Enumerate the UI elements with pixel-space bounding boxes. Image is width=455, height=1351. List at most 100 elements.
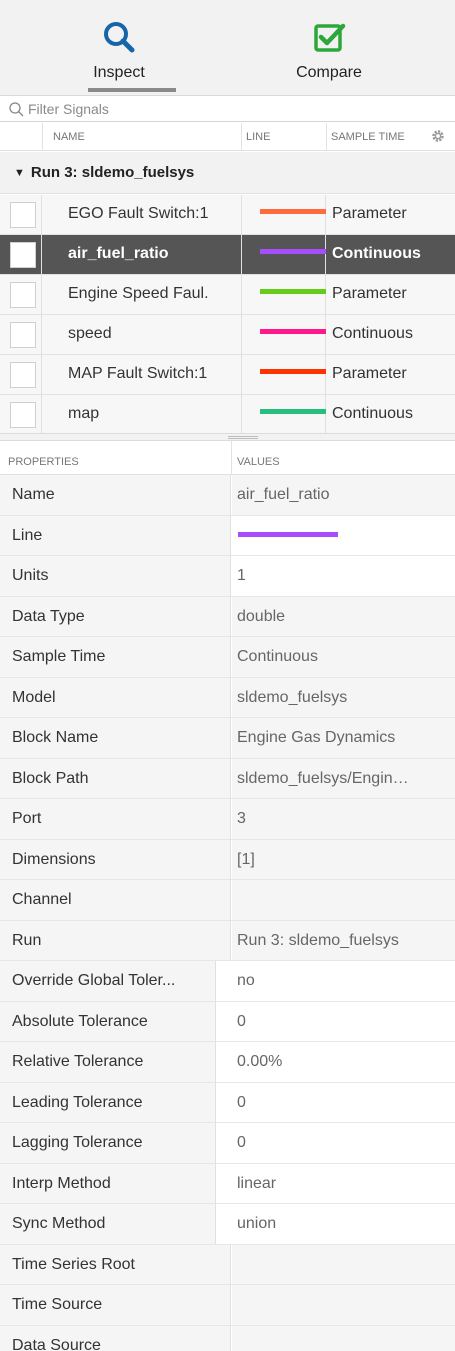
tab-inspect[interactable]: Inspect [70,0,168,96]
search-icon [9,101,24,116]
signal-name: air_fuel_ratio [68,245,169,262]
property-key: Block Path [0,758,231,798]
checkbox-cell [0,275,42,315]
line-swatch [260,289,326,294]
property-row-time-series-root: Time Series Root [0,1244,455,1285]
filter-bar [0,96,455,122]
property-value: Continuous [232,637,455,677]
signal-row[interactable]: MAP Fault Switch:1 Parameter [0,355,455,395]
signal-sample-time: Continuous [332,245,421,262]
line-cell[interactable] [241,275,326,315]
property-key: Port [0,799,231,839]
property-row-block-name: Block Name Engine Gas Dynamics [0,718,455,759]
checkbox-cell [0,235,42,275]
property-key: Leading Tolerance [0,1082,216,1122]
run-label: Run 3: sldemo_fuelsys [30,164,195,181]
line-swatch [260,209,326,214]
property-value: double [232,596,455,636]
property-row-name: Name air_fuel_ratio [0,475,455,516]
signal-sample-time: Continuous [332,405,413,422]
signal-row-selected[interactable]: air_fuel_ratio Continuous [0,235,455,275]
property-row-time-source: Time Source [0,1285,455,1326]
column-header-line[interactable]: LINE [246,131,270,143]
signal-checkbox[interactable] [10,242,36,268]
property-row-channel: Channel [0,880,455,921]
signal-table-header: NAME LINE SAMPLE TIME [0,123,455,151]
units-field[interactable]: 1 [232,556,455,596]
property-key: Interp Method [0,1163,216,1203]
property-row-data-source: Data Source [0,1325,455,1351]
signal-row[interactable]: speed Continuous [0,315,455,355]
property-key: Absolute Tolerance [0,1001,216,1041]
panel-splitter[interactable] [0,433,455,441]
property-row-data-type: Data Type double [0,596,455,637]
column-divider [231,441,232,475]
tab-compare-label: Compare [296,64,362,81]
interp-method-select[interactable]: linear [217,1163,455,1203]
line-cell[interactable] [241,355,326,395]
signal-checkbox[interactable] [10,402,36,428]
signal-sample-time: Parameter [332,205,407,222]
line-swatch [260,329,326,334]
signal-name: Engine Speed Faul. [68,285,209,302]
leading-tolerance-field[interactable]: 0 [217,1082,455,1122]
line-cell[interactable] [241,315,326,355]
block-path-link[interactable]: sldemo_fuelsys/Engin… [232,758,455,798]
signal-checkbox[interactable] [10,322,36,348]
signal-sample-time: Continuous [332,325,413,342]
property-row-line: Line [0,515,455,556]
properties-header: PROPERTIES VALUES [0,441,455,475]
property-value [232,880,455,920]
signal-checkbox[interactable] [10,362,36,388]
property-value [232,1285,455,1325]
property-row-units: Units 1 [0,556,455,597]
property-key: Relative Tolerance [0,1042,216,1082]
property-key: Time Source [0,1285,231,1325]
signal-row[interactable]: map Continuous [0,395,455,435]
filter-signals-input[interactable] [28,100,428,117]
caret-down-icon[interactable]: ▼ [14,167,25,179]
property-row-sample-time: Sample Time Continuous [0,637,455,678]
property-row-interp-method: Interp Method linear [0,1163,455,1204]
run-group-header[interactable]: ▼ Run 3: sldemo_fuelsys [0,152,455,194]
active-tab-indicator [88,88,176,92]
gear-icon[interactable] [431,129,445,143]
checkbox-cell [0,355,42,395]
signal-row[interactable]: Engine Speed Faul. Parameter [0,275,455,315]
line-cell[interactable] [241,235,326,275]
property-value [232,1244,455,1284]
column-header-sample-time[interactable]: SAMPLE TIME [331,131,405,143]
values-column-header: VALUES [237,456,280,468]
line-cell[interactable] [241,195,326,235]
absolute-tolerance-field[interactable]: 0 [217,1001,455,1041]
property-key: Run [0,920,231,960]
property-value [232,1325,455,1351]
checkbox-cell [0,195,42,235]
property-key: Line [0,515,231,555]
sync-method-select[interactable]: union [217,1204,455,1244]
override-tolerance-select[interactable]: no [217,961,455,1001]
lagging-tolerance-field[interactable]: 0 [217,1123,455,1163]
column-divider [326,123,327,151]
property-key: Channel [0,880,231,920]
property-key: Units [0,556,231,596]
signal-checkbox[interactable] [10,282,36,308]
splitter-grip-icon[interactable] [228,436,258,439]
tab-compare[interactable]: Compare [270,0,388,96]
tab-inspect-label: Inspect [93,64,145,81]
property-line-value[interactable] [232,515,455,555]
signal-name: map [68,405,100,422]
property-row-override-tolerance: Override Global Toler... no [0,961,455,1002]
relative-tolerance-field[interactable]: 0.00% [217,1042,455,1082]
property-row-lagging-tolerance: Lagging Tolerance 0 [0,1123,455,1164]
property-key: Lagging Tolerance [0,1123,216,1163]
signal-row[interactable]: EGO Fault Switch:1 Parameter [0,195,455,235]
signal-list: EGO Fault Switch:1 Parameter air_fuel_ra… [0,195,455,435]
property-value: 3 [232,799,455,839]
tab-strip: Inspect Compare [0,0,455,96]
signal-checkbox[interactable] [10,202,36,228]
property-value: Run 3: sldemo_fuelsys [232,920,455,960]
line-cell[interactable] [241,395,326,435]
column-header-name[interactable]: NAME [53,131,85,143]
signal-sample-time: Parameter [332,365,407,382]
